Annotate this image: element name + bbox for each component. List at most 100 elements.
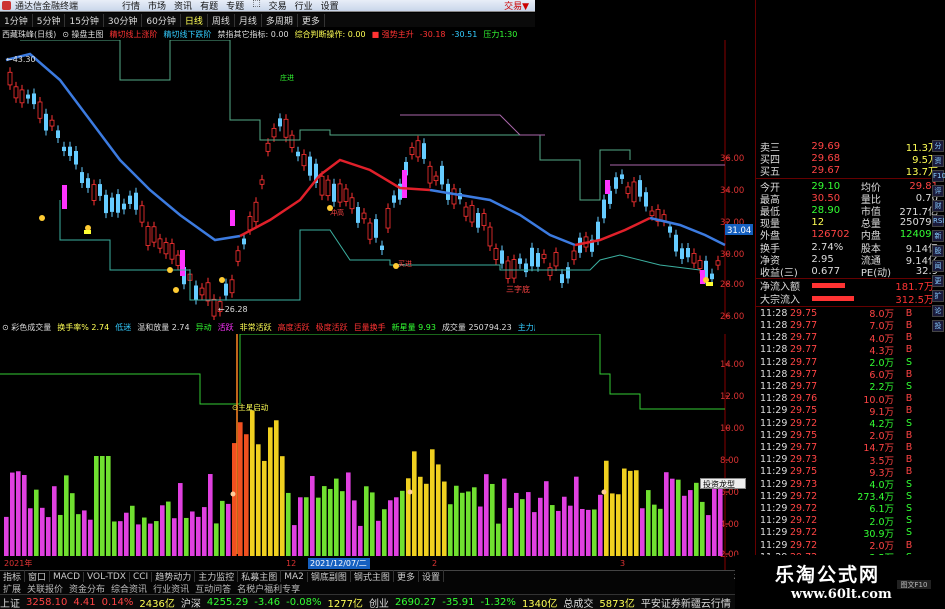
volume-bar <box>562 496 567 556</box>
watermark-tab[interactable]: 图文F10 <box>897 580 931 589</box>
period-tab[interactable]: 30分钟 <box>104 13 143 27</box>
candle <box>194 285 198 300</box>
volume-bar <box>466 491 471 556</box>
indicator-tab[interactable]: MACD <box>50 571 85 582</box>
top-menu-item[interactable]: 行业 <box>295 0 313 12</box>
top-menu-item[interactable]: 交易 <box>269 0 287 12</box>
top-menu-item[interactable]: 资讯 <box>174 0 192 12</box>
indicator-value: 精切线上涨阶 <box>109 29 158 39</box>
candle <box>91 184 97 201</box>
candle <box>56 130 60 139</box>
volume-bar <box>172 518 177 556</box>
volume-bar <box>484 474 489 556</box>
price-chart[interactable]: 36.0034.0032.0030.0028.0026.0031.04←43.3… <box>0 40 755 320</box>
candle <box>283 118 289 138</box>
period-tab[interactable]: 月线 <box>235 13 262 27</box>
volume-bar <box>502 478 507 556</box>
volume-bar <box>244 434 249 556</box>
info-tab[interactable]: 关联报价 <box>24 582 66 595</box>
volume-bar <box>688 490 693 556</box>
info-tab[interactable]: 综合资讯 <box>108 582 150 595</box>
period-tab[interactable]: 更多 <box>298 13 325 27</box>
sidebar-button[interactable]: RSI <box>932 215 944 227</box>
sidebar-button[interactable]: 资 <box>932 155 944 167</box>
volume-bar <box>4 516 9 556</box>
candle <box>493 248 499 260</box>
quote-row: 买五 29.67 13.7万 <box>760 164 938 178</box>
candle <box>361 212 367 220</box>
top-menu-item[interactable]: 有题 <box>200 0 218 12</box>
volume-indicator-header: ⊙ 彩色成交量 换手率% 2.74 低迷 温和放量 2.74 异动 活跃 非常活跃 高度活跃极… <box>0 321 535 333</box>
sidebar-button[interactable]: 财 <box>932 200 944 212</box>
volume-indicator-value: 极度活跃 <box>315 322 348 332</box>
indicator-tab[interactable]: VOL-TDX <box>84 571 130 582</box>
volume-bar <box>616 494 621 556</box>
sidebar-button[interactable]: 评 <box>932 185 944 197</box>
candle <box>265 142 271 152</box>
main-indicator-header: 西藏珠峰(日线) ⊙ 操盘主图 精切线上涨阶 精切线下跌阶 禁指其它指标: 0.00 综合… <box>0 28 535 40</box>
tick-price: 29.77 <box>790 441 818 453</box>
sidebar-button[interactable]: 闻 <box>932 260 944 272</box>
volume-indicator-value: 异动 <box>195 322 212 332</box>
volume-bar <box>718 482 723 556</box>
volume-bar <box>400 490 405 556</box>
quote-value: 2.95 <box>811 253 834 265</box>
sidebar-button[interactable]: 股 <box>932 245 944 257</box>
period-tab[interactable]: 周线 <box>208 13 235 27</box>
tick-price: 29.75 <box>790 307 818 319</box>
sidebar-button[interactable]: 更 <box>932 275 944 287</box>
indicator-tab[interactable]: MA2 <box>281 571 308 582</box>
period-tab[interactable]: 5分钟 <box>33 13 66 27</box>
volume-bar <box>196 516 201 556</box>
tick-side: B <box>905 332 913 344</box>
tick-price: 29.72 <box>790 417 818 429</box>
tick-side: B <box>905 319 913 331</box>
sidebar-button[interactable]: 论 <box>932 305 944 317</box>
candle <box>511 259 517 279</box>
volume-bar <box>160 505 165 556</box>
market-index-value: -0.08% <box>286 596 322 608</box>
resistance-line-2 <box>400 114 545 136</box>
price-axis-label: 30.00 <box>720 250 744 260</box>
volume-bar <box>76 514 81 556</box>
candle <box>710 273 714 280</box>
price-axis-label: 36.00 <box>720 154 744 164</box>
sidebar-button[interactable]: 新 <box>932 230 944 242</box>
candle <box>697 260 703 269</box>
flow-value: 312.5万 <box>895 294 934 306</box>
top-menu-item[interactable]: 专题 <box>226 0 244 12</box>
top-menu-item[interactable]: 行情 <box>122 0 140 12</box>
sidebar-button[interactable]: 扩 <box>932 290 944 302</box>
info-tab[interactable]: 名税户福利专享 <box>234 582 303 595</box>
period-tab[interactable]: 15分钟 <box>65 13 104 27</box>
period-tab[interactable]: 日线 <box>181 13 208 27</box>
sidebar-button[interactable]: 投 <box>932 320 944 332</box>
volume-bar <box>604 460 609 556</box>
trade-button[interactable]: 交易▼ <box>504 0 535 12</box>
top-menu-item[interactable]: ⬚ <box>252 0 261 12</box>
market-index-value: 2690.27 <box>394 596 437 608</box>
period-tab[interactable]: 1分钟 <box>0 13 33 27</box>
tick-time: 11:29 <box>760 478 788 490</box>
tick-side: B <box>905 539 913 551</box>
tick-side: B <box>905 466 913 478</box>
volume-chart[interactable]: 14.0012.0010.008.006.004.002.00⊙主星启动2021… <box>0 334 755 570</box>
indicator-tab[interactable]: CCI <box>130 571 153 582</box>
top-menu-item[interactable]: 设置 <box>321 0 339 12</box>
sidebar-button[interactable]: F10 <box>932 170 945 182</box>
signal-candle <box>62 185 67 209</box>
period-tab[interactable]: 多周期 <box>262 13 298 27</box>
period-tab[interactable]: 60分钟 <box>142 13 181 27</box>
sidebar-button[interactable]: 分 <box>932 140 944 152</box>
info-tab[interactable]: 互动问答 <box>192 582 234 595</box>
market-index-value: 0.14% <box>101 596 134 608</box>
volume-bar <box>112 521 117 556</box>
candle <box>518 258 522 264</box>
quote-value: 30.50 <box>811 192 841 204</box>
info-tab[interactable]: 行业资讯 <box>150 582 192 595</box>
info-tab[interactable]: 资金分布 <box>66 582 108 595</box>
info-tab[interactable]: 扩展 <box>0 582 24 595</box>
top-menu-item[interactable]: 市场 <box>148 0 166 12</box>
market-index-value: -3.46 <box>254 596 281 608</box>
volume-bar <box>538 497 543 556</box>
